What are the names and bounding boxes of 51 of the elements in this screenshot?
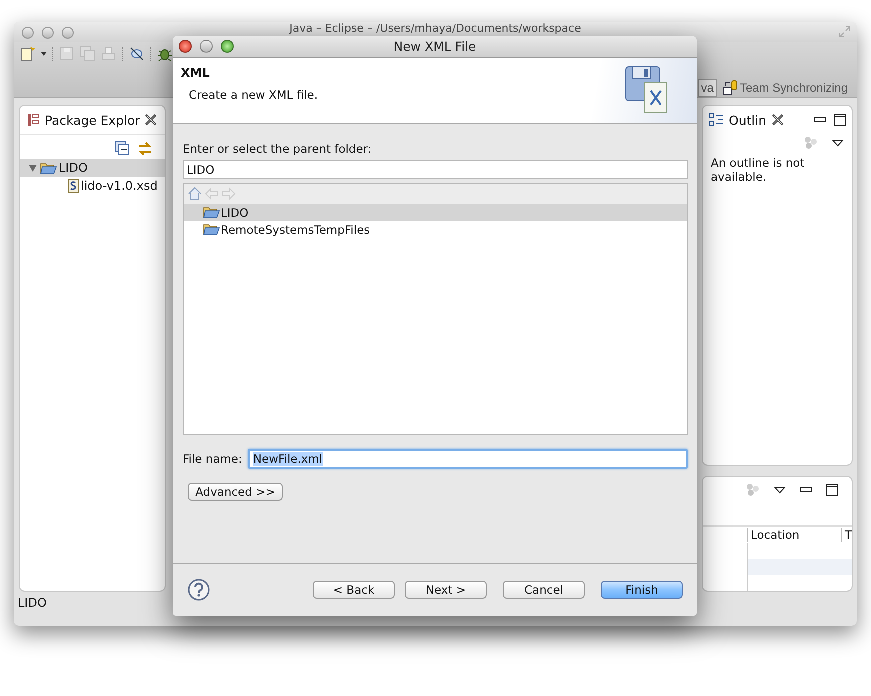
tree-item[interactable]: LIDO [59,161,88,175]
outline-icon[interactable] [709,112,724,128]
busy-icon [804,136,818,150]
synchronize-icon[interactable] [722,80,739,96]
help-icon[interactable] [188,579,210,601]
close-button[interactable] [179,40,192,53]
tree-item[interactable]: lido-v1.0.xsd [81,179,158,193]
minimize-icon[interactable] [814,117,826,123]
close-icon[interactable] [145,114,158,126]
collapse-all-icon[interactable] [115,141,131,157]
expanded-arrow-icon[interactable] [28,163,38,173]
file-name-field[interactable]: NewFile.xml [248,449,688,469]
tree-item[interactable]: LIDO [221,206,249,220]
advanced-button[interactable]: Advanced >> [188,483,283,501]
outline-message: An outline is not available. [710,155,806,186]
view-menu-icon[interactable] [774,486,786,494]
zoom-button[interactable] [221,40,234,53]
tree-item[interactable]: RemoteSystemsTempFiles [221,222,370,236]
folder-icon [203,206,220,219]
status-text: LIDO [18,596,47,610]
dialog-button[interactable]: Next > [405,581,487,599]
dialog-button[interactable]: Finish [601,581,683,599]
schema-file-icon [68,179,79,193]
folder-icon [40,162,57,174]
dialog-button[interactable]: < Back [313,581,395,599]
window-title: Java – Eclipse – /Users/mhaya/Documents/workspace [290,22,582,35]
page-description: Create a new XML file. [189,88,318,102]
dropdown-caret-icon[interactable] [41,52,47,56]
view-tab[interactable]: Package Explor [26,112,140,128]
link-editor-icon[interactable] [137,141,153,157]
page-title: XML [181,66,211,80]
perspective-button[interactable]: va [698,79,717,97]
close-icon[interactable] [772,114,784,126]
view-tab[interactable]: Outlin [709,112,784,128]
field-label: File name: [183,452,242,466]
new-file-icon[interactable] [20,46,36,62]
field-label: Enter or select the parent folder: [183,142,373,156]
dialog-title: New XML File [394,39,476,54]
minimize-button[interactable] [200,40,213,53]
folder-field[interactable]: LIDO [183,160,688,179]
maximize-icon[interactable] [834,114,846,126]
package-icon[interactable] [26,112,40,128]
folder-icon [203,223,220,236]
maximize-icon[interactable] [826,484,838,496]
view-menu-icon[interactable] [832,140,844,146]
perspective-button[interactable]: Team Synchronizing [720,78,851,98]
minimize-icon[interactable] [800,487,812,493]
dialog-button[interactable]: Cancel [503,581,585,599]
busy-icon [746,483,760,497]
column-header[interactable]: Location [747,528,841,542]
column-header[interactable]: T [840,528,852,542]
